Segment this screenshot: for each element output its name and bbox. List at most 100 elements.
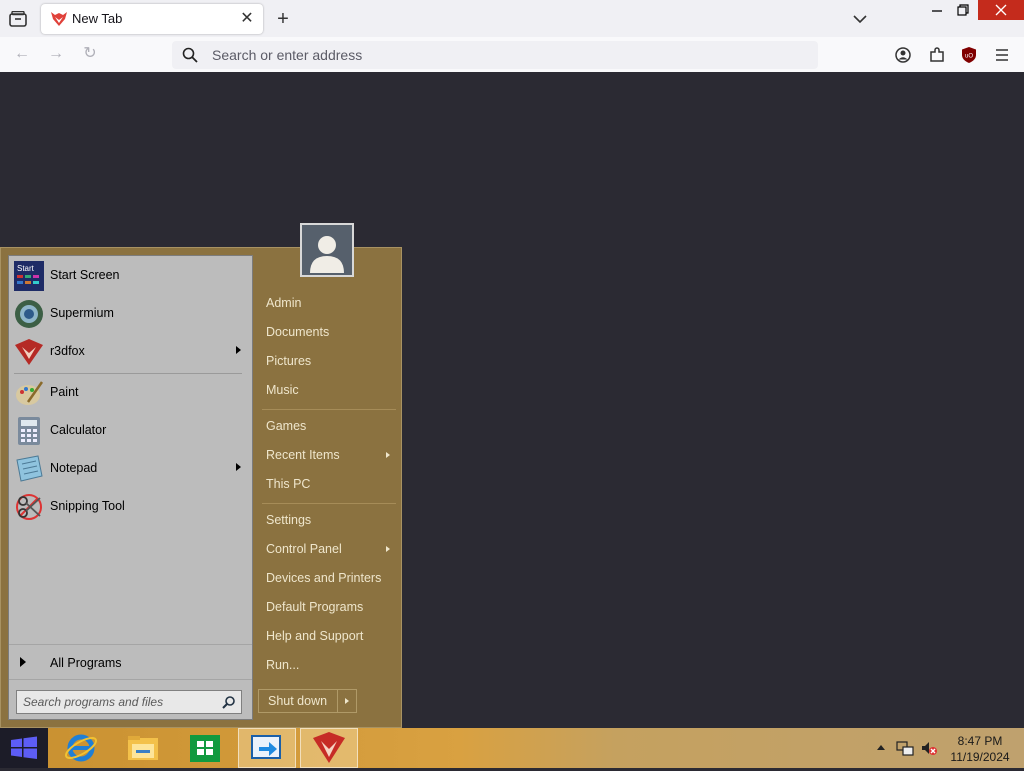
search-placeholder: Search programs and files <box>23 695 164 709</box>
svg-text:uO: uO <box>965 54 973 60</box>
program-supermium[interactable]: Supermium <box>9 296 252 332</box>
program-label: r3dfox <box>50 344 85 358</box>
link-label: Recent Items <box>266 448 340 462</box>
chevron-right-icon <box>345 698 349 704</box>
program-label: Start Screen <box>50 268 120 282</box>
shutdown-options-button[interactable] <box>337 689 357 713</box>
program-calculator[interactable]: Calculator <box>9 413 252 449</box>
tab-close-icon[interactable]: ✕ <box>237 9 257 29</box>
link-help-and-support[interactable]: Help and Support <box>258 624 396 650</box>
program-snipping-tool[interactable]: Snipping Tool <box>9 489 252 525</box>
back-icon[interactable]: ← <box>8 40 36 68</box>
link-label: This PC <box>266 477 311 491</box>
submenu-arrow-icon <box>236 463 241 471</box>
separator <box>9 679 252 680</box>
store-icon[interactable] <box>176 728 234 768</box>
link-label: Documents <box>266 325 330 339</box>
start-screen-icon: Start <box>14 261 44 291</box>
link-music[interactable]: Music <box>258 378 396 404</box>
r3dfox-icon[interactable] <box>300 728 358 768</box>
calculator-icon <box>14 416 44 446</box>
program-label: Supermium <box>50 306 114 320</box>
link-admin[interactable]: Admin <box>258 291 396 317</box>
link-settings[interactable]: Settings <box>258 508 396 534</box>
notepad-icon <box>14 454 44 484</box>
account-icon[interactable] <box>890 42 916 68</box>
program-label: Calculator <box>50 423 107 437</box>
link-label: Control Panel <box>266 542 342 556</box>
shutdown-button[interactable]: Shut down <box>258 689 338 713</box>
link-pictures[interactable]: Pictures <box>258 349 396 375</box>
clock-time: 8:47 PM <box>957 734 1003 748</box>
link-this-pc[interactable]: This PC <box>258 472 396 498</box>
link-label: Music <box>266 383 299 397</box>
link-label: Run... <box>266 658 300 672</box>
link-label: Games <box>266 419 307 433</box>
program-label: Notepad <box>50 461 98 475</box>
link-default-programs[interactable]: Default Programs <box>258 595 396 621</box>
supermium-icon <box>14 299 44 329</box>
url-placeholder: Search or enter address <box>212 47 363 63</box>
program-r3dfox[interactable]: r3dfox <box>9 334 252 370</box>
link-label: Admin <box>266 296 302 310</box>
user-avatar[interactable] <box>300 223 354 277</box>
extensions-icon[interactable] <box>924 42 950 68</box>
tab-title: New Tab <box>72 11 123 26</box>
program-notepad[interactable]: Notepad <box>9 451 252 487</box>
submenu-arrow-icon <box>236 346 241 354</box>
new-tab-icon[interactable]: + <box>272 8 294 30</box>
shutdown-label: Shut down <box>268 694 328 708</box>
link-label: Settings <box>266 513 312 527</box>
paint-icon <box>14 378 44 408</box>
volume-muted-icon[interactable] <box>920 739 938 757</box>
submenu-arrow-icon <box>386 452 390 458</box>
r3dfox-icon <box>51 12 67 26</box>
link-games[interactable]: Games <box>258 414 396 440</box>
remote-desktop-icon[interactable] <box>238 728 296 768</box>
svg-text:Start: Start <box>17 264 35 273</box>
all-programs-label: All Programs <box>50 656 122 670</box>
firefox-view-icon[interactable] <box>0 0 36 37</box>
separator <box>262 409 396 410</box>
snipping-tool-icon <box>14 492 44 522</box>
chevron-down-icon[interactable] <box>848 8 872 30</box>
program-label: Paint <box>50 385 79 399</box>
triangle-right-icon <box>20 657 26 667</box>
chevron-up-icon[interactable] <box>874 740 888 754</box>
link-label: Devices and Printers <box>266 571 382 585</box>
link-label: Pictures <box>266 354 312 368</box>
browser-tab[interactable]: New Tab ✕ <box>41 4 263 34</box>
separator <box>262 503 396 504</box>
link-control-panel[interactable]: Control Panel <box>258 537 396 563</box>
link-devices-and-printers[interactable]: Devices and Printers <box>258 566 396 592</box>
separator <box>9 644 252 645</box>
program-paint[interactable]: Paint <box>9 375 252 411</box>
menu-icon[interactable] <box>989 42 1015 68</box>
clock-date: 11/19/2024 <box>950 750 1010 764</box>
internet-explorer-icon[interactable] <box>52 728 110 768</box>
forward-icon[interactable]: → <box>42 40 70 68</box>
start-button[interactable] <box>0 728 48 768</box>
program-label: Snipping Tool <box>50 499 125 513</box>
link-label: Default Programs <box>266 600 364 614</box>
link-documents[interactable]: Documents <box>258 320 396 346</box>
ublock-origin-icon[interactable]: uO <box>956 42 982 68</box>
r3dfox-icon <box>14 337 44 367</box>
search-programs-input[interactable]: Search programs and files <box>16 690 242 714</box>
link-label: Help and Support <box>266 629 364 643</box>
search-icon[interactable] <box>222 695 236 709</box>
link-run[interactable]: Run... <box>258 653 396 679</box>
program-start-screen[interactable]: Start Start Screen <box>9 258 252 294</box>
separator <box>14 373 242 374</box>
file-explorer-icon[interactable] <box>114 728 172 768</box>
link-recent-items[interactable]: Recent Items <box>258 443 396 469</box>
search-icon <box>182 47 198 63</box>
close-window-icon[interactable] <box>978 0 1024 20</box>
all-programs-button[interactable]: All Programs <box>9 650 252 674</box>
url-bar[interactable]: Search or enter address <box>172 41 818 69</box>
clock[interactable]: 8:47 PM 11/19/2024 <box>940 733 1020 765</box>
restore-icon[interactable] <box>948 0 978 22</box>
submenu-arrow-icon <box>386 546 390 552</box>
reload-icon[interactable]: ↻ <box>76 40 104 68</box>
network-icon[interactable] <box>896 739 914 757</box>
